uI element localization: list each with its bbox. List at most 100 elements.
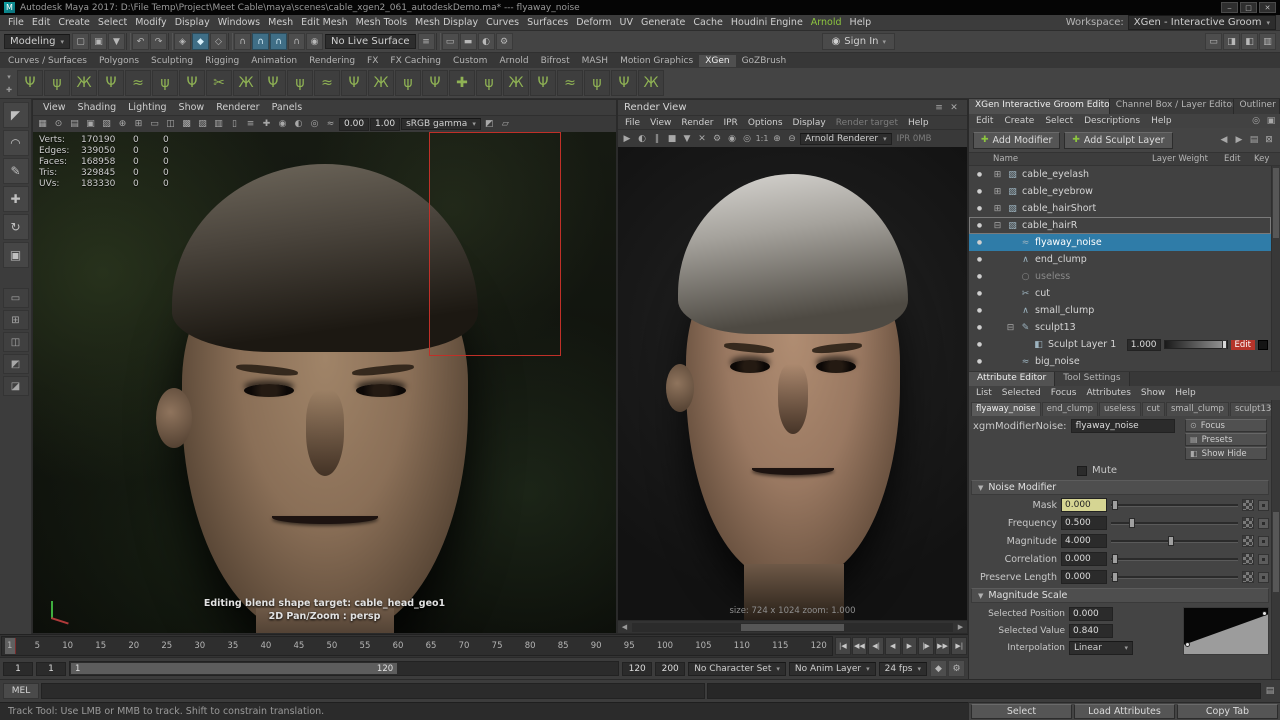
add-sculpt-layer-button[interactable]: ✚ Add Sculpt Layer: [1064, 131, 1173, 149]
slider-handle[interactable]: [1112, 554, 1119, 564]
gamma-field[interactable]: 1.00: [370, 117, 401, 131]
render-settings-icon[interactable]: ⚙: [710, 132, 724, 146]
xgen-shelf-tool-icon[interactable]: Ж: [368, 70, 394, 96]
status-icon[interactable]: [126, 33, 132, 50]
redo-previous-render-icon[interactable]: ▶: [620, 132, 634, 146]
magnitude-scale-section-header[interactable]: ▼ Magnitude Scale: [971, 588, 1269, 603]
two-d-pan-zoom-icon[interactable]: ⊕: [115, 117, 130, 131]
shadows-icon[interactable]: ◐: [291, 117, 306, 131]
shelf-tab[interactable]: Animation: [245, 55, 303, 67]
remove-kept-image-icon[interactable]: ⊖: [785, 132, 799, 146]
step-back-key-button[interactable]: ◀◀: [851, 637, 868, 655]
range-slider-handle[interactable]: 1 120: [71, 663, 398, 674]
rendered-image[interactable]: size: 724 x 1024 zoom: 1.000: [618, 147, 967, 620]
attribute-slider[interactable]: [1111, 517, 1238, 529]
lock-camera-icon[interactable]: ⊙: [51, 117, 66, 131]
visibility-toggle[interactable]: ●: [973, 358, 986, 365]
shelf-tab[interactable]: FX Caching: [384, 55, 447, 67]
tree-row[interactable]: ● ⊞ ▧ cable_hairShort: [969, 200, 1271, 217]
step-forward-key-button[interactable]: ▶▶: [934, 637, 951, 655]
tree-row[interactable]: ● ⊟ ▧ cable_hairR: [969, 217, 1271, 234]
visibility-toggle[interactable]: ●: [973, 324, 986, 331]
playback-end-field[interactable]: 120: [622, 661, 653, 676]
slider-handle[interactable]: [1168, 536, 1175, 546]
status-icon[interactable]: [168, 33, 174, 50]
redo-icon[interactable]: ↷: [150, 33, 168, 50]
snap-to-point-icon[interactable]: ∩: [270, 33, 288, 50]
shelf-tab[interactable]: Motion Graphics: [614, 55, 699, 67]
play-backwards-button[interactable]: ◀: [884, 637, 901, 655]
expander-icon[interactable]: ⊞: [992, 204, 1003, 214]
xgen-shelf-tool-icon[interactable]: Ψ: [260, 70, 286, 96]
live-surface-indicator[interactable]: No Live Surface: [325, 34, 416, 49]
attribute-value-field[interactable]: 0.000: [1061, 552, 1107, 566]
viewport-menu-item[interactable]: Renderer: [210, 102, 265, 113]
attribute-editor-footer-button[interactable]: Load Attributes: [1074, 704, 1175, 719]
groom-editor-menu-item[interactable]: Create: [999, 116, 1039, 126]
menu-item[interactable]: UV: [616, 16, 637, 29]
dock-panel-icon[interactable]: ▣: [1264, 114, 1278, 128]
back-arrow-icon[interactable]: ◀: [1217, 133, 1231, 147]
exposure-field[interactable]: 0.00: [339, 117, 370, 131]
shelf-tab[interactable]: Polygons: [93, 55, 145, 67]
command-language-toggle[interactable]: MEL: [3, 683, 39, 699]
panel-menu-icon[interactable]: ≡: [932, 101, 946, 115]
focus-button[interactable]: ⊙ Focus: [1185, 419, 1267, 432]
play-forwards-button[interactable]: ▶: [901, 637, 918, 655]
sign-in-button[interactable]: ◉ Sign In ▾: [822, 33, 896, 50]
menu-item[interactable]: Select: [94, 16, 131, 29]
menu-item[interactable]: Houdini Engine: [727, 16, 807, 29]
render-view-menu-item[interactable]: File: [620, 118, 645, 128]
pin-panel-icon[interactable]: ◎: [1249, 114, 1263, 128]
texture-map-button[interactable]: [1242, 499, 1254, 511]
scroll-right-icon[interactable]: ▶: [954, 621, 967, 633]
xgen-shelf-tool-icon[interactable]: ≈: [314, 70, 340, 96]
film-gate-icon[interactable]: ▭: [147, 117, 162, 131]
attribute-editor-menu-item[interactable]: Selected: [997, 388, 1046, 398]
bookmarks-icon[interactable]: ▣: [83, 117, 98, 131]
layer-weight-field[interactable]: 1.000: [1126, 338, 1161, 351]
character-set-selector[interactable]: No Character Set ▾: [688, 661, 786, 676]
ramp-point[interactable]: [1185, 642, 1190, 647]
tree-row[interactable]: ● ≈ big_noise: [969, 353, 1271, 370]
persp-graph-layout-icon[interactable]: ◩: [2, 354, 29, 374]
selected-position-field[interactable]: 0.000: [1069, 606, 1113, 621]
tree-row[interactable]: ● ∧ small_clump: [969, 302, 1271, 319]
xgen-shelf-tool-icon[interactable]: ψ: [395, 70, 421, 96]
make-live-icon[interactable]: ◉: [306, 33, 324, 50]
shelf-tab[interactable]: Curves / Surfaces: [2, 55, 93, 67]
step-back-frame-button[interactable]: ◀|: [868, 637, 884, 655]
presets-button[interactable]: ▤ Presets: [1185, 433, 1267, 446]
ipr-render-icon[interactable]: ◐: [635, 132, 649, 146]
field-chart-icon[interactable]: ▨: [195, 117, 210, 131]
node-name-field[interactable]: flyaway_noise: [1070, 419, 1175, 433]
tree-row[interactable]: ● ○ useless: [969, 268, 1271, 285]
visibility-toggle[interactable]: ●: [973, 290, 986, 297]
shelf-tab[interactable]: Bifrost: [535, 55, 576, 67]
safe-action-icon[interactable]: ▥: [211, 117, 226, 131]
node-tab[interactable]: useless: [1099, 402, 1141, 416]
texture-map-button[interactable]: [1242, 553, 1254, 565]
viewport-menu-item[interactable]: Lighting: [122, 102, 172, 113]
attribute-value-field[interactable]: 0.500: [1061, 516, 1107, 530]
fps-selector[interactable]: 24 fps ▾: [878, 661, 927, 676]
keep-image-icon[interactable]: ⊕: [770, 132, 784, 146]
attribute-editor-footer-button[interactable]: Select: [971, 704, 1072, 719]
occlusion-icon[interactable]: ◎: [307, 117, 322, 131]
tree-row[interactable]: ● ◧ Sculpt Layer 1 1.000 Edit: [969, 336, 1271, 353]
shelf-tab[interactable]: Rendering: [303, 55, 361, 67]
layer-weight-slider[interactable]: [1163, 340, 1228, 349]
animation-start-field[interactable]: 1: [3, 661, 33, 676]
new-scene-icon[interactable]: ▢: [72, 33, 90, 50]
menu-item[interactable]: Modify: [131, 16, 170, 29]
xgen-shelf-tool-icon[interactable]: Ψ: [422, 70, 448, 96]
visibility-toggle[interactable]: ●: [973, 341, 986, 348]
shelf-tab[interactable]: Sculpting: [145, 55, 199, 67]
stop-ipr-icon[interactable]: ■: [665, 132, 679, 146]
viewport-menu-item[interactable]: Shading: [72, 102, 123, 113]
menu-item[interactable]: Mesh Display: [411, 16, 482, 29]
node-tab[interactable]: flyaway_noise: [971, 402, 1041, 416]
texture-map-button[interactable]: [1242, 571, 1254, 583]
motion-blur-icon[interactable]: ≈: [323, 117, 338, 131]
window-titlebar[interactable]: M Autodesk Maya 2017: D:\File Temp\Proje…: [0, 0, 1280, 15]
